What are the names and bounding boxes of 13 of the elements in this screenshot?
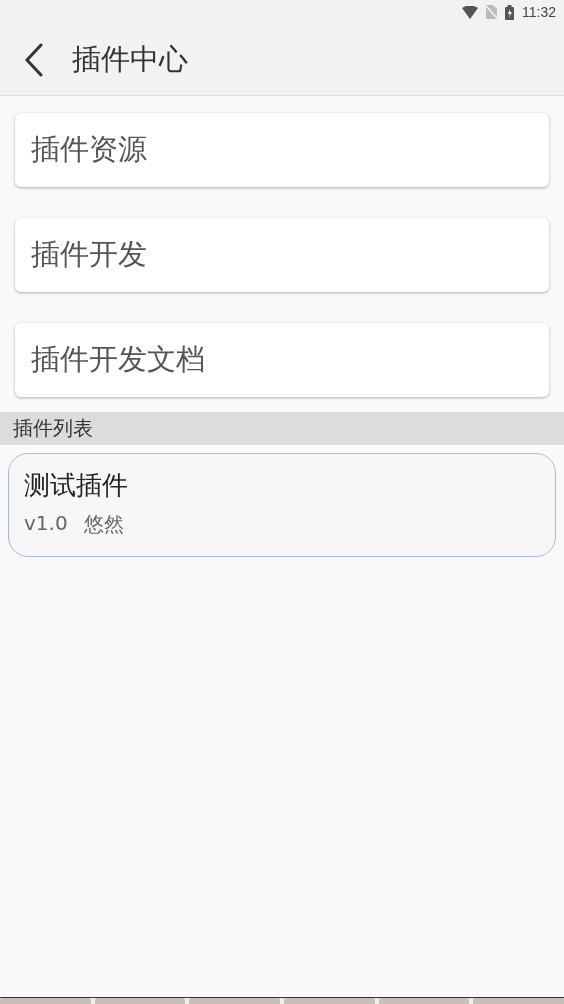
plugin-author: 悠然 [83,511,124,538]
menu-card[interactable]: 插件开发 [15,218,549,292]
menu-card[interactable]: 插件资源 [15,113,549,187]
status-time: 11:32 [522,4,556,20]
wifi-icon [462,5,478,19]
plugin-card[interactable]: 测试插件 v1.0 悠然 [8,453,556,557]
no-sim-icon [486,5,497,19]
plugin-version: v1.0 [24,511,68,537]
menu-card[interactable]: 插件开发文档 [15,323,549,397]
battery-icon [505,4,514,20]
section-header: 插件列表 [0,412,564,445]
plugin-name: 测试插件 [24,469,129,502]
page-title: 插件中心 [72,40,188,78]
